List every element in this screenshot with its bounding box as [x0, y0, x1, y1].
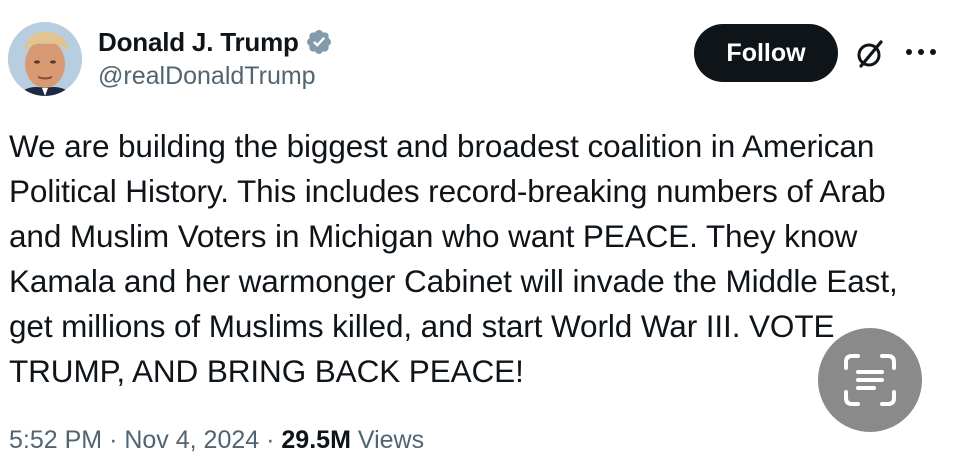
- tweet-text-line: We are building the biggest and broadest…: [9, 128, 875, 164]
- tweet-date[interactable]: Nov 4, 2024: [124, 426, 259, 454]
- views-label: Views: [357, 426, 425, 454]
- tweet-text: We are building the biggest and broadest…: [9, 124, 949, 394]
- name-row: Donald J. Trump: [98, 24, 333, 60]
- tweet-text-line: TRUMP, AND BRING BACK PEACE!: [9, 353, 524, 389]
- tweet-meta: 5:52 PM · Nov 4, 2024 · 29.5M Views: [9, 426, 424, 455]
- tweet-card: Donald J. Trump @realDonaldTrump Follow: [0, 0, 960, 468]
- live-text-scan-button[interactable]: [818, 328, 922, 432]
- meta-separator: ·: [109, 426, 125, 454]
- author-handle[interactable]: @realDonaldTrump: [98, 62, 316, 91]
- tweet-text-line: Kamala and her warmonger Cabinet will in…: [9, 263, 898, 299]
- avatar-photo: [8, 22, 82, 96]
- verified-badge-icon[interactable]: [305, 28, 333, 56]
- tweet-text-line: get millions of Muslims killed, and star…: [9, 308, 835, 344]
- tweet-text-line: Political History. This includes record-…: [9, 173, 886, 209]
- display-name[interactable]: Donald J. Trump: [98, 27, 299, 58]
- meta-separator: ·: [266, 426, 282, 454]
- tweet-time[interactable]: 5:52 PM: [9, 426, 102, 454]
- avatar[interactable]: [8, 22, 82, 96]
- tweet-header: Donald J. Trump @realDonaldTrump Follow: [0, 0, 960, 110]
- follow-button[interactable]: Follow: [694, 24, 838, 82]
- views-count: 29.5M: [281, 426, 351, 454]
- live-text-scan-icon: [844, 354, 896, 406]
- grok-slash-circle-icon[interactable]: [852, 36, 888, 72]
- more-dots-icon[interactable]: [904, 40, 938, 64]
- tweet-text-line: and Muslim Voters in Michigan who want P…: [9, 218, 858, 254]
